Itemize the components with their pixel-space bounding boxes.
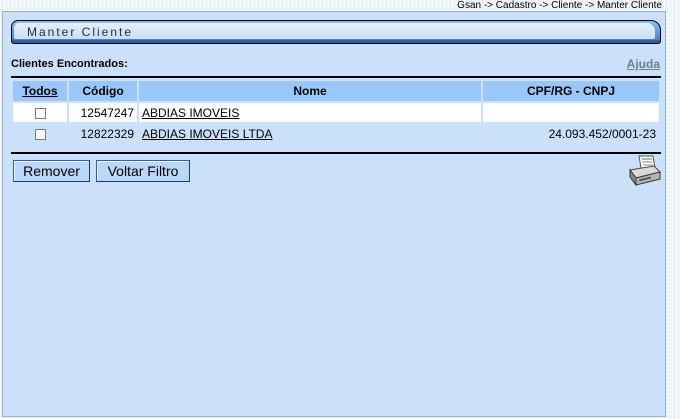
table-bottom-rule [11,152,661,154]
table-row: 12822329 ABDIAS IMOVEIS LTDA 24.093.452/… [13,124,659,143]
row-select-cell [13,124,67,143]
row-checkbox[interactable] [34,128,46,140]
table-header-row: Todos Código Nome CPF/RG - CNPJ [13,81,659,101]
results-table: Todos Código Nome CPF/RG - CNPJ 12547247… [11,79,661,145]
results-label: Clientes Encontrados: [11,58,128,70]
client-code: 12822329 [69,124,137,143]
breadcrumb: Gsan -> Cadastro -> Cliente -> Manter Cl… [457,0,662,11]
row-select-cell [13,103,67,122]
select-all-link[interactable]: Todos [22,84,57,98]
back-to-filter-button[interactable]: Voltar Filtro [96,160,190,182]
client-name-cell: ABDIAS IMOVEIS LTDA [139,124,481,143]
page-title: Manter Cliente [27,25,134,39]
main-panel: Manter Cliente Clientes Encontrados: Aju… [2,11,666,417]
code-header: Código [69,81,137,101]
client-cpf: 24.093.452/0001-23 [483,124,659,143]
table-row: 12547247 ABDIAS IMOVEIS [13,103,659,122]
help-link[interactable]: Ajuda [627,57,660,71]
printer-icon[interactable] [627,154,661,188]
client-name-cell: ABDIAS IMOVEIS [139,103,481,122]
name-header: Nome [139,81,481,101]
client-cpf [483,103,659,122]
remove-button[interactable]: Remover [13,160,90,182]
table-top-rule [11,76,661,78]
row-checkbox[interactable] [34,107,46,119]
cpf-header: CPF/RG - CNPJ [483,81,659,101]
client-code: 12547247 [69,103,137,122]
title-bar: Manter Cliente [11,20,661,44]
client-name-link[interactable]: ABDIAS IMOVEIS [142,106,239,120]
client-name-link[interactable]: ABDIAS IMOVEIS LTDA [142,127,272,141]
select-all-header[interactable]: Todos [13,81,67,101]
